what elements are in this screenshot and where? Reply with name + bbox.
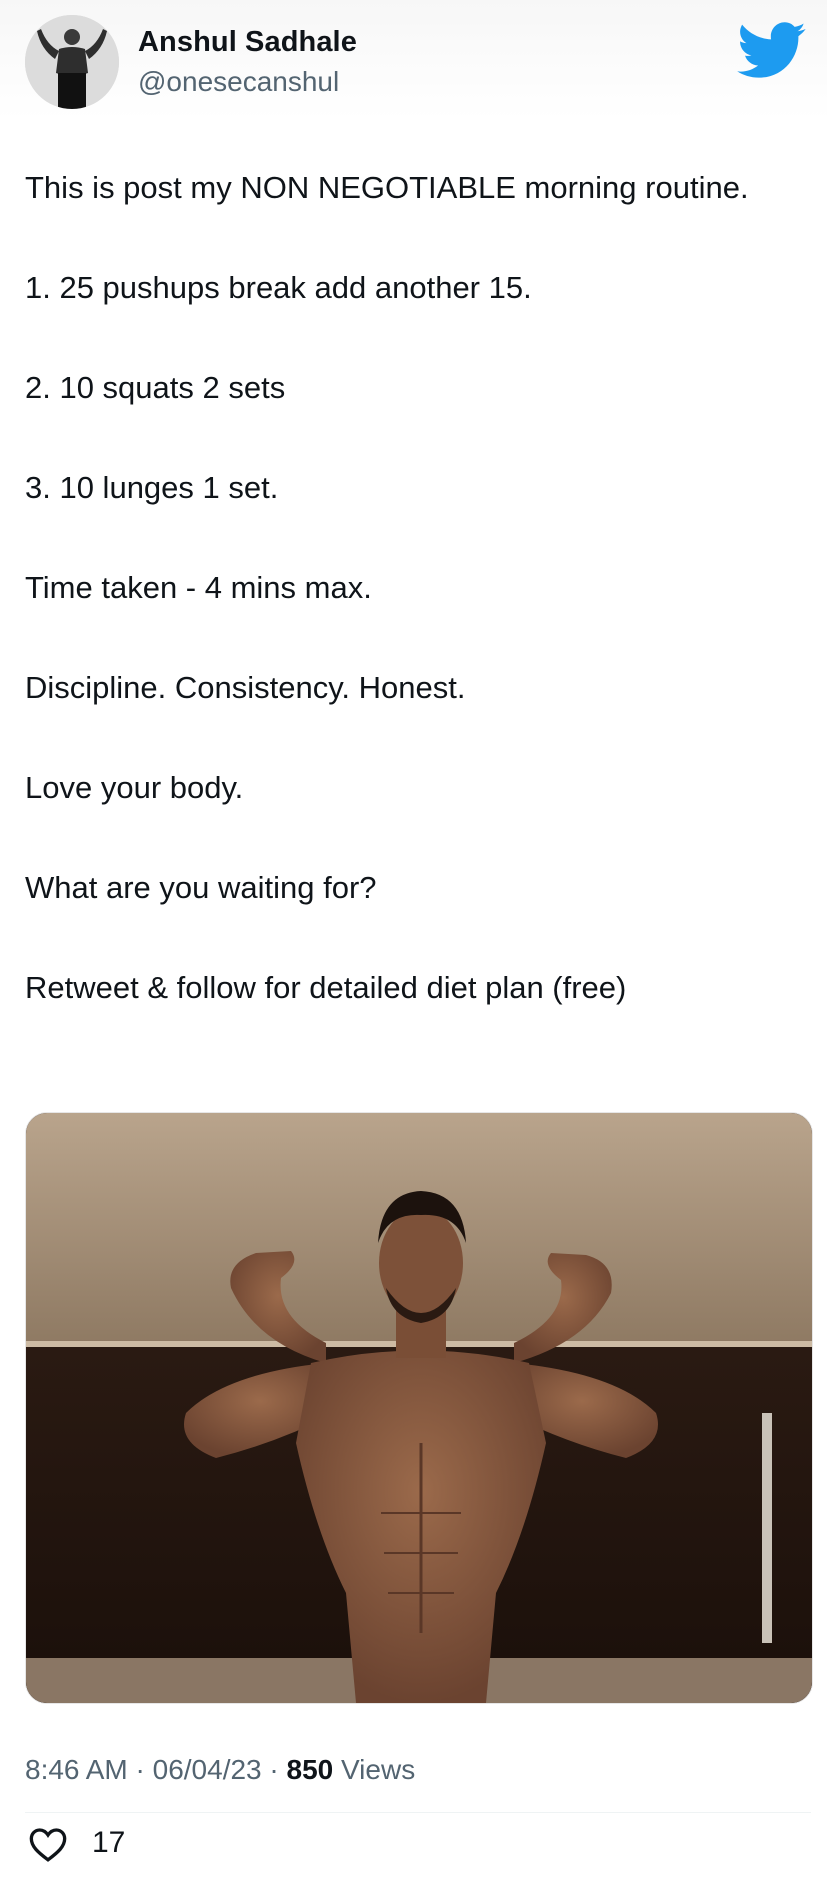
author-name[interactable]: Anshul Sadhale <box>138 26 357 59</box>
like-count: 17 <box>92 1826 126 1859</box>
tweet-line: 3. 10 lunges 1 set. <box>25 470 279 505</box>
photo-image <box>26 1113 812 1703</box>
views-label: Views <box>341 1754 416 1785</box>
tweet-line: Love your body. <box>25 770 244 805</box>
tweet-metadata: 8:46 AM · 06/04/23 · 850 Views <box>25 1754 415 1786</box>
tweet-line: 2. 10 squats 2 sets <box>25 370 286 405</box>
tweet-line: What are you waiting for? <box>25 870 377 905</box>
tweet-time: 8:46 AM <box>25 1754 128 1785</box>
tweet-text: This is post my NON NEGOTIABLE morning r… <box>25 163 805 1013</box>
views-count: 850 <box>286 1754 334 1785</box>
tweet-line: Retweet & follow for detailed diet plan … <box>25 970 627 1005</box>
meta-separator: · <box>135 1754 145 1785</box>
header-background <box>0 0 827 120</box>
tweet-date: 06/04/23 <box>152 1754 262 1785</box>
twitter-bird-icon <box>737 22 806 78</box>
avatar[interactable] <box>25 15 119 109</box>
tweet-line: Time taken - 4 mins max. <box>25 570 372 605</box>
avatar-image <box>25 15 119 109</box>
author-handle[interactable]: @onesecanshul <box>138 66 339 98</box>
heart-outline-icon[interactable] <box>28 1825 68 1863</box>
tweet-line: Discipline. Consistency. Honest. <box>25 670 466 705</box>
tweet-line: 1. 25 pushups break add another 15. <box>25 270 532 305</box>
tweet-card: Anshul Sadhale @onesecanshul This is pos… <box>0 0 827 1888</box>
meta-separator: · <box>269 1754 279 1785</box>
tweet-photo[interactable] <box>25 1112 813 1704</box>
tweet-line: This is post my NON NEGOTIABLE morning r… <box>25 170 749 205</box>
divider <box>25 1812 811 1813</box>
